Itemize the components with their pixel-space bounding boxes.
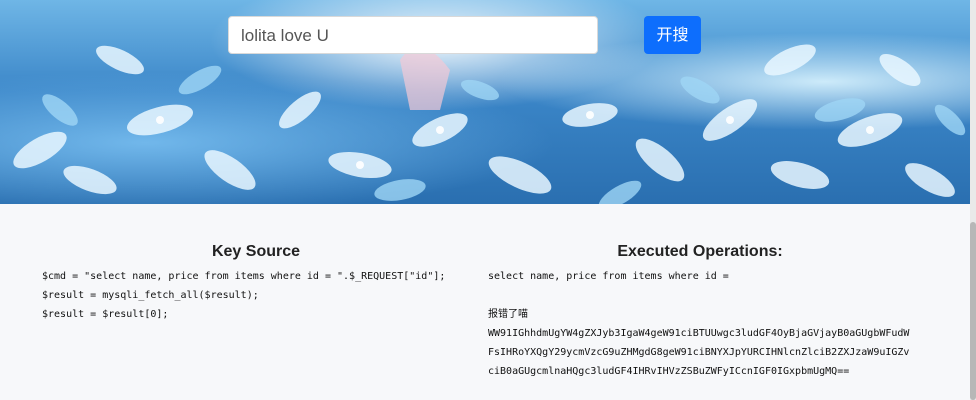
search-input[interactable]: lolita love U [228, 16, 598, 54]
source-line-1: $cmd = "select name, price from items wh… [42, 271, 446, 282]
page: lolita love U 开搜 Key Source $cmd = "sele… [0, 0, 976, 400]
error-label: 报错了喵 [488, 309, 528, 320]
scrollbar-thumb[interactable] [970, 222, 976, 400]
search-button[interactable]: 开搜 [644, 16, 701, 54]
hero-banner-image: lolita love U 开搜 [0, 0, 970, 204]
page-scrollbar[interactable] [970, 0, 976, 400]
source-line-3: $result = $result[0]; [42, 309, 169, 320]
key-source-title: Key Source [211, 243, 301, 260]
error-encoded-message: WW91IGhhdmUgYW4gZXJyb3IgaW4geW91ciBTUUwg… [488, 328, 910, 377]
executed-operations-title: Executed Operations: [617, 243, 783, 260]
source-line-2: $result = mysqli_fetch_all($result); [42, 290, 259, 301]
executed-query: select name, price from items where id = [488, 271, 729, 282]
